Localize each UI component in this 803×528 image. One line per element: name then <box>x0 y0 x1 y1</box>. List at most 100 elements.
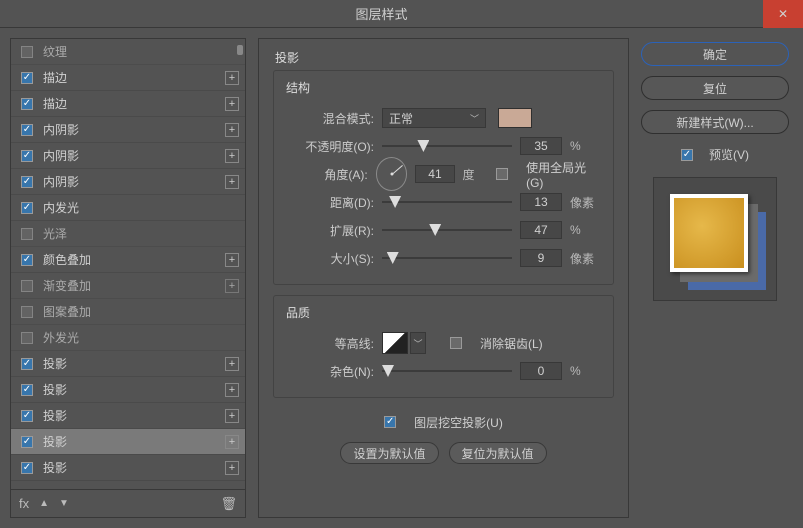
size-input[interactable]: 9 <box>520 249 562 267</box>
noise-input[interactable]: 0 <box>520 362 562 380</box>
opacity-input[interactable]: 35 <box>520 137 562 155</box>
effect-row[interactable]: 颜色叠加+ <box>11 247 245 273</box>
effect-checkbox[interactable] <box>21 436 33 448</box>
move-up-icon[interactable]: ▲ <box>39 498 49 509</box>
close-icon: ✕ <box>778 7 788 21</box>
effect-label: 投影 <box>43 407 221 424</box>
add-effect-icon[interactable]: + <box>225 435 239 449</box>
new-style-button[interactable]: 新建样式(W)... <box>641 110 789 134</box>
noise-slider[interactable] <box>382 364 512 378</box>
effect-label: 光泽 <box>43 225 239 242</box>
effect-row[interactable]: 内阴影 + <box>11 143 245 169</box>
effect-row[interactable]: 投影+ <box>11 429 245 455</box>
angle-dial[interactable] <box>376 157 408 191</box>
add-effect-icon[interactable]: + <box>225 149 239 163</box>
effect-checkbox[interactable] <box>21 384 33 396</box>
preview-checkbox[interactable] <box>681 149 693 161</box>
effect-row[interactable]: 投影 + <box>11 455 245 481</box>
shadow-color-swatch[interactable] <box>498 108 532 128</box>
effect-row[interactable]: 描边+ <box>11 65 245 91</box>
blend-mode-select[interactable]: 正常 ﹀ <box>382 108 486 128</box>
distance-input[interactable]: 13 <box>520 193 562 211</box>
cancel-button[interactable]: 复位 <box>641 76 789 100</box>
effect-label: 内阴影 <box>43 147 221 164</box>
effect-row[interactable]: 内阴影+ <box>11 169 245 195</box>
angle-label: 角度(A): <box>286 166 368 183</box>
distance-slider[interactable] <box>382 195 512 209</box>
blend-mode-label: 混合模式: <box>286 110 374 127</box>
distance-row: 距离(D): 13 像素 <box>286 188 601 216</box>
add-effect-icon[interactable]: + <box>225 409 239 423</box>
preview-label: 预览(V) <box>709 146 749 163</box>
effect-checkbox[interactable] <box>21 72 33 84</box>
distance-unit: 像素 <box>570 194 594 211</box>
effect-row[interactable]: 内阴影+ <box>11 117 245 143</box>
effect-row[interactable]: 图案叠加 <box>11 299 245 325</box>
effect-checkbox[interactable] <box>21 254 33 266</box>
effect-checkbox[interactable] <box>21 46 33 58</box>
contour-picker[interactable] <box>382 332 408 354</box>
reset-default-button[interactable]: 复位为默认值 <box>449 442 547 464</box>
effect-checkbox[interactable] <box>21 176 33 188</box>
add-effect-icon[interactable]: + <box>225 71 239 85</box>
knockout-checkbox[interactable] <box>384 416 396 428</box>
add-effect-icon[interactable]: + <box>225 253 239 267</box>
global-light-checkbox[interactable] <box>496 168 508 180</box>
effect-row[interactable]: 投影+ <box>11 351 245 377</box>
effect-row[interactable]: 渐变叠加 + <box>11 273 245 299</box>
effect-row[interactable]: 投影+ <box>11 377 245 403</box>
effect-checkbox[interactable] <box>21 358 33 370</box>
close-button[interactable]: ✕ <box>763 0 803 28</box>
effect-checkbox[interactable] <box>21 228 33 240</box>
move-down-icon[interactable]: ▼ <box>59 498 69 509</box>
trash-icon[interactable]: 🗑 <box>220 496 237 512</box>
global-light-label: 使用全局光 (G) <box>526 159 601 190</box>
title-bar: 图层样式 ✕ <box>0 0 803 28</box>
add-effect-icon[interactable]: + <box>225 357 239 371</box>
antialias-checkbox[interactable] <box>450 337 462 349</box>
effect-row[interactable]: 投影 + <box>11 403 245 429</box>
opacity-slider[interactable] <box>382 139 512 153</box>
effect-checkbox[interactable] <box>21 306 33 318</box>
effect-checkbox[interactable] <box>21 332 33 344</box>
effect-row[interactable]: 描边+ <box>11 91 245 117</box>
contour-dropdown[interactable]: ﹀ <box>410 332 426 354</box>
effect-checkbox[interactable] <box>21 202 33 214</box>
spread-slider[interactable] <box>382 223 512 237</box>
add-effect-icon[interactable]: + <box>225 175 239 189</box>
distance-label: 距离(D): <box>286 194 374 211</box>
effect-checkbox[interactable] <box>21 124 33 136</box>
opacity-row: 不透明度(O): 35 % <box>286 132 601 160</box>
ok-button[interactable]: 确定 <box>641 42 789 66</box>
effect-checkbox[interactable] <box>21 280 33 292</box>
structure-title: 结构 <box>286 79 601 96</box>
add-effect-icon[interactable]: + <box>225 383 239 397</box>
effect-row[interactable]: 纹理 <box>11 39 245 65</box>
add-effect-icon[interactable]: + <box>225 123 239 137</box>
noise-row: 杂色(N): 0 % <box>286 357 601 385</box>
effect-checkbox[interactable] <box>21 462 33 474</box>
angle-input[interactable]: 41 <box>415 165 454 183</box>
panel-title: 投影 <box>275 49 614 66</box>
spread-input[interactable]: 47 <box>520 221 562 239</box>
window-title: 图层样式 <box>0 4 763 23</box>
effect-checkbox[interactable] <box>21 98 33 110</box>
add-effect-icon[interactable]: + <box>225 461 239 475</box>
add-effect-icon[interactable]: + <box>225 279 239 293</box>
effect-checkbox[interactable] <box>21 150 33 162</box>
noise-label: 杂色(N): <box>286 363 374 380</box>
knockout-label: 图层挖空投影(U) <box>414 414 503 431</box>
effect-label: 投影 <box>43 459 221 476</box>
set-default-button[interactable]: 设置为默认值 <box>340 442 438 464</box>
size-slider[interactable] <box>382 251 512 265</box>
effect-checkbox[interactable] <box>21 410 33 422</box>
effects-footer: fx ▲ ▼ 🗑 <box>11 489 245 517</box>
fx-icon[interactable]: fx <box>19 496 29 511</box>
add-effect-icon[interactable]: + <box>225 97 239 111</box>
effect-label: 内发光 <box>43 199 239 216</box>
quality-title: 品质 <box>286 304 601 321</box>
effect-row[interactable]: 光泽 <box>11 221 245 247</box>
effect-row[interactable]: 外发光 <box>11 325 245 351</box>
effect-row[interactable]: 内发光 <box>11 195 245 221</box>
effect-label: 渐变叠加 <box>43 277 221 294</box>
